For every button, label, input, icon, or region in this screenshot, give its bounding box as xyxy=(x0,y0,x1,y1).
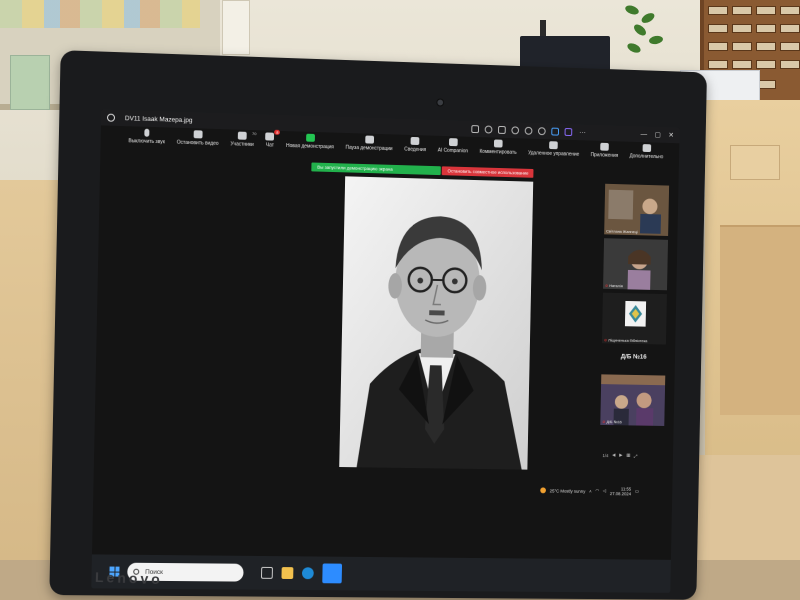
zoom-out-icon[interactable] xyxy=(537,127,546,136)
annotate-button[interactable]: Комментировать xyxy=(479,139,517,156)
share-screen-icon xyxy=(305,133,315,142)
task-view-icon[interactable] xyxy=(260,566,273,579)
refresh-icon[interactable] xyxy=(484,125,492,134)
participant-tile[interactable]: Світлана Жаннеці xyxy=(604,183,670,236)
more-menu-icon[interactable]: ··· xyxy=(579,129,586,136)
windows-taskbar: Поиск xyxy=(91,554,671,593)
more-icon xyxy=(642,144,651,153)
participant-name: ⊘ Д/Б №16 xyxy=(602,419,622,425)
clock[interactable]: 11:55 27.08.2024 xyxy=(610,486,631,496)
pause-icon xyxy=(364,135,374,144)
participant-tile[interactable]: ⊘ Д/Б №16 xyxy=(600,374,666,426)
volume-icon[interactable]: ◁ xyxy=(603,488,606,494)
pause-share-button[interactable]: Пауза демонстрации xyxy=(345,135,393,152)
laptop-brand-logo: Lenovo xyxy=(94,568,164,588)
chat-icon: 8 xyxy=(265,129,281,141)
weather-text[interactable]: 25°C Mostly sunny xyxy=(550,488,586,493)
chat-button[interactable]: 8 Чат xyxy=(265,129,281,149)
participant-name: Світлана Жаннеці xyxy=(606,228,638,235)
desk-right-panel xyxy=(720,225,800,415)
stop-share-button[interactable]: Остановить совместное использование xyxy=(441,166,534,178)
gallery-expand-icon[interactable]: ⤢ xyxy=(634,453,637,458)
minimize-icon[interactable]: — xyxy=(641,131,648,138)
edge-browser-icon[interactable] xyxy=(301,567,314,580)
microphone-icon xyxy=(144,128,150,137)
mute-button[interactable]: Выключить звук xyxy=(128,128,165,145)
remote-control-icon xyxy=(549,141,559,150)
participant-name: ⊘ Ліщиненька бібліотека xyxy=(603,337,648,344)
plant xyxy=(615,0,675,70)
annotate-icon xyxy=(493,139,503,148)
zoom-logo-icon xyxy=(106,113,116,122)
gallery-page: 1/4 xyxy=(602,452,609,458)
participant-gallery: Світлана Жаннеці ⊘ Наталія ⊘ Ліщиненька … xyxy=(600,183,671,448)
participant-name-tile[interactable]: Д/Б №16 xyxy=(602,353,666,361)
window-title: DV11 Isaak Mazepa.jpg xyxy=(124,114,193,124)
info-icon xyxy=(410,136,420,146)
participant-name: ⊘ Наталія xyxy=(604,282,623,289)
more-button[interactable]: Дополнительно xyxy=(629,144,663,160)
apps-icon xyxy=(600,142,609,151)
heart-icon[interactable] xyxy=(510,126,519,135)
participant-tile[interactable]: ⊘ Наталія xyxy=(603,238,669,291)
gallery-controls: 1/4 ◀ ▶ ▦ ⤢ xyxy=(602,452,637,458)
screenshot-icon[interactable] xyxy=(470,125,479,134)
shared-portrait-photo xyxy=(339,176,534,470)
cloud-icon[interactable] xyxy=(550,127,559,136)
remote-control-button[interactable]: Удаленное управление xyxy=(528,141,580,158)
zoom-in-icon[interactable] xyxy=(524,126,532,135)
gallery-prev-icon[interactable]: ◀ xyxy=(612,452,615,458)
wall-paper xyxy=(222,0,250,55)
video-camera-icon xyxy=(193,130,203,139)
laptop: DV11 Isaak Mazepa.jpg ··· — ▢ ✕ Выключит… xyxy=(49,50,707,600)
participants-icon: 70 xyxy=(237,131,257,140)
edit-icon[interactable] xyxy=(564,128,572,137)
delete-icon[interactable] xyxy=(497,125,506,134)
tray-arrow-icon[interactable]: ˄ xyxy=(589,489,592,494)
stop-video-button[interactable]: Остановить видео xyxy=(177,130,219,147)
system-tray: 25°C Mostly sunny ˄ ◠ ◁ 11:55 27.08.2024… xyxy=(540,484,672,497)
apps-button[interactable]: Приложения xyxy=(591,142,619,159)
zoom-app-icon[interactable] xyxy=(322,563,343,584)
gallery-view-icon[interactable]: ▦ xyxy=(626,453,630,459)
gallery-next-icon[interactable]: ▶ xyxy=(619,452,622,458)
participant-tile[interactable]: ⊘ Ліщиненька бібліотека xyxy=(601,292,667,345)
ai-companion-icon xyxy=(448,138,458,147)
close-icon[interactable]: ✕ xyxy=(668,131,674,139)
file-explorer-icon[interactable] xyxy=(281,567,294,580)
poster xyxy=(10,55,50,110)
wifi-icon[interactable]: ◠ xyxy=(595,488,599,494)
webcam-icon xyxy=(436,98,445,107)
laptop-screen: DV11 Isaak Mazepa.jpg ··· — ▢ ✕ Выключит… xyxy=(91,109,680,593)
info-button[interactable]: Сведения xyxy=(404,136,426,153)
notification-icon[interactable]: ▭ xyxy=(635,489,639,495)
new-share-button[interactable]: Новая демонстрация xyxy=(286,133,334,150)
maximize-icon[interactable]: ▢ xyxy=(655,131,661,139)
participant-video xyxy=(600,374,666,426)
ai-companion-button[interactable]: AI Companion xyxy=(438,138,469,154)
weather-sun-icon xyxy=(540,487,546,494)
share-status-banner: Вы запустили демонстрацию экрана xyxy=(311,162,441,176)
cardboard-box xyxy=(730,145,780,180)
books xyxy=(0,0,200,28)
participants-button[interactable]: 70 Участники xyxy=(230,131,257,148)
